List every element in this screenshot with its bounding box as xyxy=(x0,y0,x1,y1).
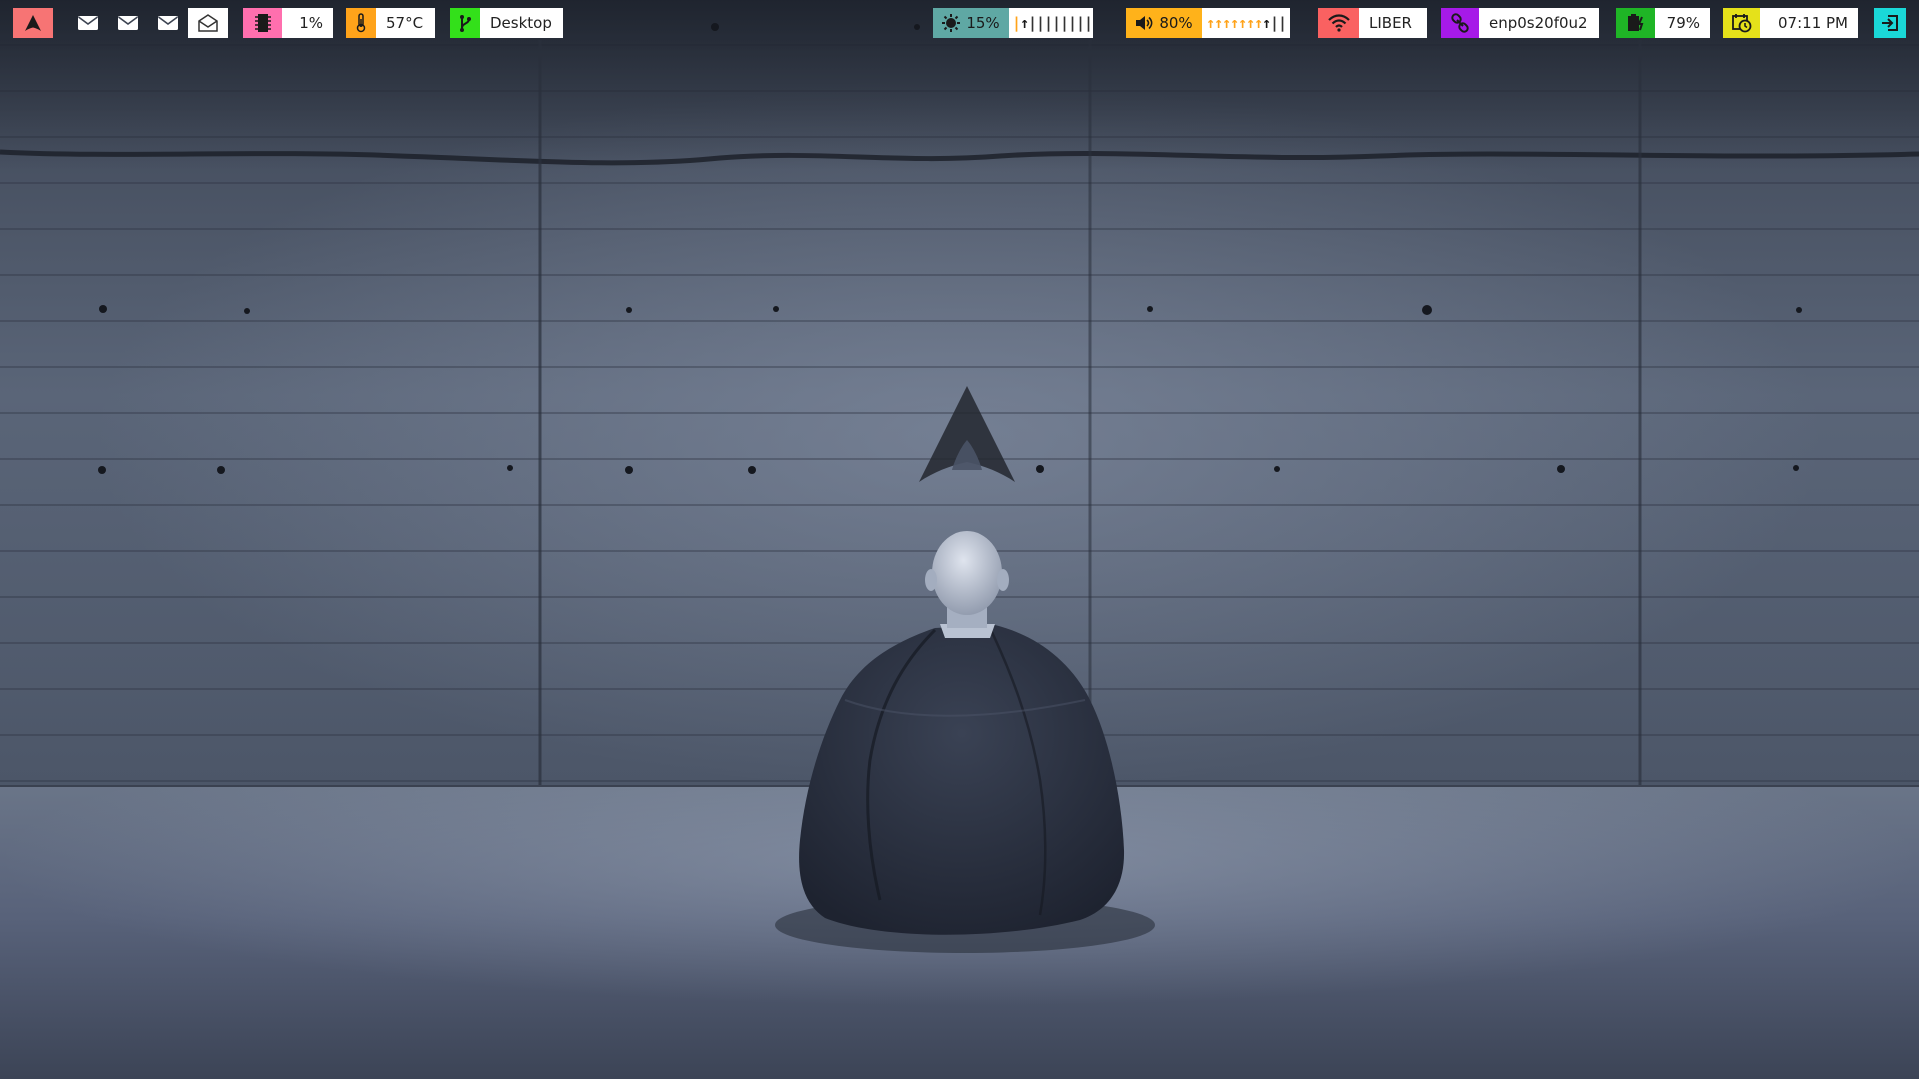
workspace-module[interactable]: Desktop xyxy=(450,8,563,38)
volume-level-bar: ↑ ↑ ↑ ↑ ↑ ↑ ↑ ↑ | | xyxy=(1206,14,1287,32)
level-tick: ↑ xyxy=(1230,14,1239,32)
level-tick: ↑ xyxy=(1222,14,1231,32)
memory-value: 1% xyxy=(282,8,333,38)
temperature-value: 57°C xyxy=(376,8,435,38)
volume-module[interactable]: 80% ↑ ↑ ↑ ↑ ↑ ↑ ↑ ↑ | | xyxy=(1126,8,1290,38)
network-interface: enp0s20f0u2 xyxy=(1479,8,1599,38)
level-tick: | xyxy=(1028,14,1037,32)
memory-module[interactable]: 1% xyxy=(243,8,333,38)
brightness-bar[interactable]: | ↑ | | | | | | | | xyxy=(1009,8,1093,38)
level-tick: ↑ xyxy=(1214,14,1223,32)
status-bar: 1% 57°C Desktop 15% |↑|||||||| xyxy=(0,0,1919,44)
volume-value: 80% xyxy=(1159,14,1193,32)
brightness-icon xyxy=(942,14,961,32)
brightness-level-bar: | ↑ | | | | | | | | xyxy=(1012,14,1093,32)
level-tick: | xyxy=(1270,14,1279,32)
temperature-module[interactable]: 57°C xyxy=(346,8,435,38)
memory-icon xyxy=(243,8,282,38)
volume-icon xyxy=(1135,14,1153,32)
mail-open-icon xyxy=(188,8,228,38)
volume-badge: 80% xyxy=(1126,8,1202,38)
level-tick: ↑ xyxy=(1206,14,1215,32)
level-tick: ↑ xyxy=(1246,14,1255,32)
level-tick: ↑ xyxy=(1020,14,1029,32)
volume-bar[interactable]: ↑ ↑ ↑ ↑ ↑ ↑ ↑ ↑ | | xyxy=(1202,8,1290,38)
power-menu-button[interactable] xyxy=(1874,8,1906,38)
level-tick: | xyxy=(1060,14,1069,32)
desktop-wallpaper xyxy=(0,0,1919,1079)
brightness-badge: 15% xyxy=(933,8,1009,38)
level-tick: | xyxy=(1052,14,1061,32)
link-icon xyxy=(1441,8,1479,38)
mail-open-button[interactable] xyxy=(188,8,228,38)
battery-value: 79% xyxy=(1655,8,1710,38)
calendar-clock-icon xyxy=(1723,8,1760,38)
level-tick: ↑ xyxy=(1254,14,1263,32)
wifi-module[interactable]: LIBER xyxy=(1318,8,1427,38)
level-tick: ↑ xyxy=(1238,14,1247,32)
level-tick: | xyxy=(1084,14,1093,32)
battery-charging-icon xyxy=(1616,8,1655,38)
clock-time: 07:11 PM xyxy=(1760,8,1858,38)
workspace-icon xyxy=(450,8,480,38)
wifi-icon xyxy=(1318,8,1359,38)
brightness-module[interactable]: 15% | ↑ | | | | | | | | xyxy=(933,8,1093,38)
level-tick: | xyxy=(1278,14,1287,32)
battery-module[interactable]: 79% xyxy=(1616,8,1710,38)
arch-logo-icon xyxy=(13,8,53,38)
level-tick: | xyxy=(1068,14,1077,32)
level-tick: | xyxy=(1012,14,1021,32)
brightness-value: 15% xyxy=(966,14,1000,32)
level-tick: ↑ xyxy=(1262,14,1271,32)
thermometer-icon xyxy=(346,8,376,38)
level-tick: | xyxy=(1044,14,1053,32)
network-module[interactable]: enp0s20f0u2 xyxy=(1441,8,1599,38)
logout-icon xyxy=(1874,8,1906,38)
mail-icon[interactable] xyxy=(157,12,179,34)
clock-module[interactable]: 07:11 PM xyxy=(1723,8,1858,38)
level-tick: | xyxy=(1036,14,1045,32)
mail-icon[interactable] xyxy=(117,12,139,34)
level-tick: | xyxy=(1076,14,1085,32)
workspace-name: Desktop xyxy=(480,8,563,38)
wifi-ssid: LIBER xyxy=(1359,8,1427,38)
mail-icon[interactable] xyxy=(77,12,99,34)
launcher-button[interactable] xyxy=(13,8,53,38)
